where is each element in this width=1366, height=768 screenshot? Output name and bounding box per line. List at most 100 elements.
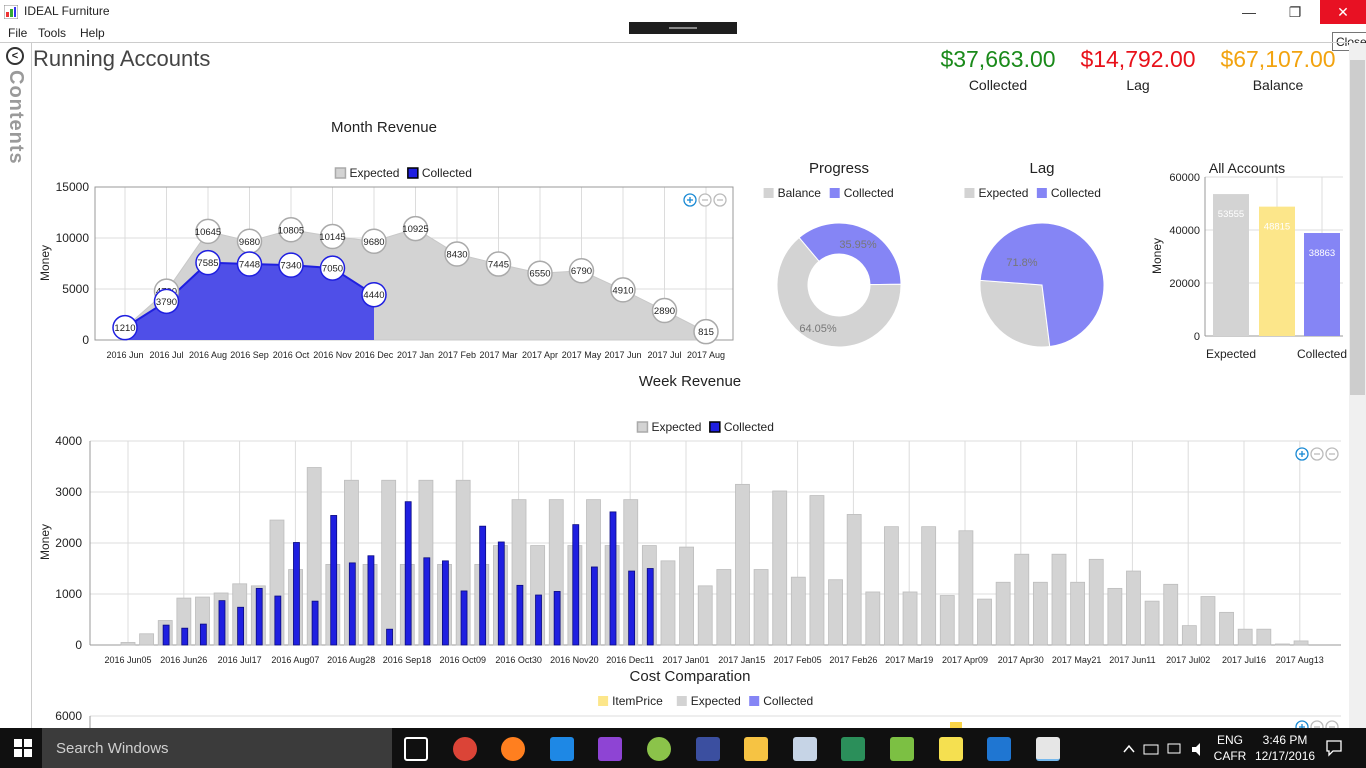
week-collected-bar xyxy=(274,595,282,646)
month-xtick: 2017 May xyxy=(562,350,602,360)
week-xtick: 2016 Jun05 xyxy=(104,655,151,665)
week-expected-bar xyxy=(1219,611,1234,646)
month-zoom-out-icon[interactable] xyxy=(698,193,712,207)
month-point-label: 4440 xyxy=(363,290,384,301)
notifications-icon[interactable] xyxy=(1325,739,1343,757)
app-tools-icon[interactable] xyxy=(938,737,963,761)
file-explorer-icon[interactable] xyxy=(744,737,769,761)
lag-legend-swatch xyxy=(964,188,975,198)
week-xtick: 2017 Jul02 xyxy=(1166,655,1210,665)
week-xtick: 2016 Aug28 xyxy=(327,655,375,665)
week-expected-bar xyxy=(120,642,136,646)
week-zoom-in-icon[interactable] xyxy=(1295,447,1309,461)
week-zoom-reset-icon[interactable] xyxy=(1325,447,1339,461)
month-ytick: 0 xyxy=(82,333,89,347)
week-expected-bar xyxy=(1032,581,1048,646)
week-ytick: 0 xyxy=(75,638,82,652)
week-expected-bar xyxy=(846,514,862,646)
lag-slice-label: 71.8% xyxy=(1006,257,1037,269)
week-expected-bar xyxy=(660,560,676,646)
cost-ytick: 6000 xyxy=(55,709,82,723)
cost-zoom-reset-icon[interactable] xyxy=(1325,720,1339,728)
all-ylabel: Money xyxy=(1150,238,1164,274)
month-point-label: 1210 xyxy=(114,323,135,334)
week-expected-bar xyxy=(735,483,750,646)
app-kite-icon[interactable] xyxy=(841,737,866,761)
cost-legend-item: ItemPrice xyxy=(612,694,663,708)
cost-chart-title: Cost Comparation xyxy=(630,668,751,685)
week-xtick: 2017 Jan15 xyxy=(718,655,765,665)
month-xtick: 2016 Dec xyxy=(355,350,394,360)
month-legend-swatch xyxy=(334,167,347,179)
week-collected-bar xyxy=(646,568,654,646)
week-collected-bar xyxy=(590,566,598,646)
week-collected-bar xyxy=(348,562,356,646)
clock[interactable]: 3:46 PM 12/17/2016 xyxy=(1255,732,1315,764)
visual-studio-icon[interactable] xyxy=(598,737,623,761)
cost-legend-item: Expected xyxy=(691,694,741,708)
week-legend-item: Collected xyxy=(724,420,774,434)
scrollbar-thumb[interactable] xyxy=(1350,60,1365,395)
windows-start-icon[interactable] xyxy=(14,739,32,757)
week-expected-bar xyxy=(716,569,732,646)
all-ytick: 60000 xyxy=(1169,172,1200,184)
month-point-label: 3790 xyxy=(156,297,177,308)
cost-legend-swatch xyxy=(749,696,760,706)
ideal-furniture-icon[interactable] xyxy=(1035,737,1060,761)
week-expected-bar xyxy=(1181,625,1197,646)
firefox-icon[interactable] xyxy=(501,737,526,761)
week-ytick: 2000 xyxy=(55,536,82,550)
week-xtick: 2017 Feb26 xyxy=(829,655,877,665)
month-xtick: 2017 Jul xyxy=(647,350,681,360)
week-expected-bar xyxy=(1275,643,1290,646)
eclipse-icon[interactable] xyxy=(695,737,720,761)
week-collected-bar xyxy=(311,600,319,646)
week-expected-bar xyxy=(1070,581,1086,646)
week-collected-bar xyxy=(609,511,617,646)
task-view-icon[interactable] xyxy=(404,737,428,761)
week-expected-bar xyxy=(1088,558,1104,646)
month-zoom-reset-icon[interactable] xyxy=(713,193,727,207)
month-point-label: 10925 xyxy=(402,224,428,235)
week-zoom-out-icon[interactable] xyxy=(1310,447,1324,461)
week-xtick: 2016 Jun26 xyxy=(160,655,207,665)
all-chart-title: All Accounts xyxy=(1209,160,1285,176)
month-xtick: 2016 Jul xyxy=(149,350,183,360)
taskbar-search[interactable]: Search Windows xyxy=(42,728,392,768)
week-expected-bar xyxy=(1107,587,1123,646)
month-xtick: 2016 Oct xyxy=(273,350,310,360)
month-point-label: 815 xyxy=(698,327,714,338)
month-xtick: 2016 Sep xyxy=(230,350,269,360)
week-expected-bar xyxy=(1293,640,1309,646)
week-ylabel: Money xyxy=(38,524,52,560)
cost-legend-swatch xyxy=(598,696,609,706)
week-legend-item: Expected xyxy=(651,420,701,434)
app-notes-icon[interactable] xyxy=(890,737,914,761)
week-expected-bar xyxy=(921,526,937,646)
app-window-icon[interactable] xyxy=(987,737,1012,761)
month-point-label: 4910 xyxy=(612,285,633,296)
android-icon[interactable] xyxy=(647,737,671,761)
week-expected-bar xyxy=(381,479,397,646)
chrome-icon[interactable] xyxy=(452,737,477,761)
week-xtick: 2016 Nov20 xyxy=(550,655,599,665)
month-ylabel: Money xyxy=(38,245,52,281)
input-language[interactable]: ENG CAFR xyxy=(1212,732,1248,764)
cost-zoom-out-icon[interactable] xyxy=(1310,720,1324,728)
week-collected-bar xyxy=(479,525,487,646)
month-xtick: 2017 Jan xyxy=(397,350,434,360)
week-xtick: 2017 Aug13 xyxy=(1276,655,1324,665)
photos-icon[interactable] xyxy=(792,737,817,761)
system-tray-icons[interactable] xyxy=(1120,740,1210,758)
month-point-label: 10645 xyxy=(195,227,221,238)
edge-icon[interactable] xyxy=(549,737,574,761)
week-xtick: 2017 Feb05 xyxy=(774,655,822,665)
all-ytick: 40000 xyxy=(1169,225,1200,237)
cost-zoom-in-icon[interactable] xyxy=(1295,720,1309,728)
week-collected-bar xyxy=(255,587,263,646)
month-zoom-in-icon[interactable] xyxy=(683,193,697,207)
charts-canvas: Month RevenueExpected Collected0500010000… xyxy=(38,119,1347,728)
all-bar-label: 53555 xyxy=(1218,209,1244,220)
month-legend-item: Collected xyxy=(422,166,472,180)
progress-legend-swatch xyxy=(829,188,840,198)
